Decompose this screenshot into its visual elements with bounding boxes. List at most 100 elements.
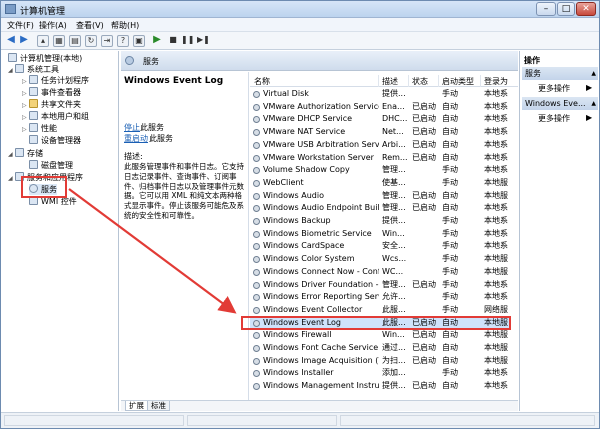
expand-icon[interactable]: ▷ <box>22 112 29 123</box>
service-name-cell: Windows Connect Now - Confi... <box>263 266 379 276</box>
service-row[interactable]: Windows CardSpace 安全... 手动 本地系 <box>250 240 510 253</box>
up-folder-icon[interactable]: ▴ <box>37 35 49 47</box>
service-row[interactable]: WebClient 使基... 手动 本地服 <box>250 177 510 190</box>
tree-root[interactable]: 计算机管理(本地) <box>8 53 82 64</box>
service-row[interactable]: Windows Biometric Service Win... 手动 本地系 <box>250 228 510 241</box>
title-bar: 计算机管理 – □ ✕ <box>1 1 599 18</box>
column-separator[interactable] <box>480 75 481 87</box>
column-status[interactable]: 状态 <box>412 76 428 87</box>
service-logon-cell: 本地系 <box>484 165 508 175</box>
collapse-icon[interactable]: ◢ <box>8 65 15 76</box>
service-row[interactable]: Windows Firewall Win... 已启动 自动 本地服 <box>250 329 510 342</box>
service-logon-cell: 本地系 <box>484 216 508 225</box>
tab-extended[interactable]: 扩展 <box>125 401 148 411</box>
collapse-icon[interactable]: ◢ <box>8 173 15 184</box>
service-row[interactable]: Windows Event Collector 此服... 手动 网络服 <box>250 304 510 317</box>
tree-local-users[interactable]: ▷ 本地用户和组 <box>22 111 89 122</box>
service-row[interactable]: Windows Error Reporting Servi...允许... 手动 本… <box>250 291 510 304</box>
restart-service-link[interactable]: 重启动 <box>124 133 148 144</box>
service-row[interactable]: Windows Image Acquisition (W...为扫... 已启动自… <box>250 355 510 368</box>
tree-shared-folders[interactable]: ▷ 共享文件夹 <box>22 99 81 110</box>
restart-service-icon[interactable]: ▶❚ <box>197 35 210 47</box>
service-row[interactable]: VMware DHCP Service DHC... 已启动 自动 本地系 <box>250 113 510 126</box>
service-desc-cell: 提供... <box>382 381 406 391</box>
start-service-icon[interactable]: ▶ <box>151 35 163 47</box>
tab-standard[interactable]: 标准 <box>147 401 170 411</box>
actions-group-selected-service[interactable]: Windows Eve... ▲ <box>522 97 598 110</box>
service-row[interactable]: Windows Installer 添加... 手动 本地系 <box>250 367 510 380</box>
gear-icon <box>253 294 260 302</box>
service-row[interactable]: Windows Backup 提供... 手动 本地系 <box>250 215 510 228</box>
service-row[interactable]: VMware Authorization Service Ena... 已启动 自动 本… <box>250 101 510 114</box>
gear-icon <box>253 167 260 175</box>
collapse-triangle-icon[interactable]: ▲ <box>591 97 596 110</box>
properties-icon[interactable]: ▤ <box>69 35 81 47</box>
export-icon[interactable]: ⇥ <box>101 35 113 47</box>
pause-service-icon[interactable]: ❚❚ <box>181 35 194 47</box>
tree-event-viewer[interactable]: ▷ 事件查看器 <box>22 87 81 98</box>
service-row[interactable]: Windows Management Instrum...提供... 已启动自动 本… <box>250 380 510 393</box>
service-logon-cell: 本地系 <box>484 127 508 137</box>
service-name-cell: Windows Audio Endpoint Builder <box>263 203 379 213</box>
service-startup-cell: 手动 <box>442 89 458 98</box>
service-row[interactable]: Windows Font Cache Service 通过... 已启动 自动 本地服 <box>250 342 510 355</box>
column-startup-type[interactable]: 启动类型 <box>442 76 474 87</box>
actions-group-services[interactable]: 服务 ▲ <box>522 67 598 80</box>
service-row[interactable]: Windows Audio 管理... 已启动 自动 本地服 <box>250 190 510 203</box>
service-status-cell: 已启动 <box>412 101 436 111</box>
help-icon[interactable]: ? <box>117 35 129 47</box>
column-separator[interactable] <box>438 75 439 87</box>
forward-arrow-icon[interactable]: ▶ <box>18 35 30 47</box>
expand-icon[interactable]: ▷ <box>22 76 29 87</box>
service-row[interactable]: VMware Workstation Server Rem... 已启动 自动 本地系 <box>250 152 510 165</box>
menu-file[interactable]: 文件(F) <box>7 20 34 31</box>
service-row[interactable]: Virtual Disk 提供... 手动 本地系 <box>250 88 510 101</box>
console-icon[interactable]: ▣ <box>133 35 145 47</box>
gear-icon <box>253 230 260 238</box>
show-tree-icon[interactable]: ▦ <box>53 35 65 47</box>
service-row[interactable]: Windows Connect Now - Confi... WC... 手动 本地服 <box>250 266 510 279</box>
service-row[interactable]: Windows Color System Wcs... 手动 本地服 <box>250 253 510 266</box>
expand-icon[interactable]: ▷ <box>22 124 29 135</box>
tree-performance[interactable]: ▷ 性能 <box>22 123 57 134</box>
back-arrow-icon[interactable]: ◀ <box>5 35 17 47</box>
tree-task-scheduler[interactable]: ▷ 任务计划程序 <box>22 75 89 86</box>
service-row[interactable]: Volume Shadow Copy 管理... 手动 本地系 <box>250 164 510 177</box>
column-log-on-as[interactable]: 登录为 <box>484 76 508 87</box>
service-status-cell: 已启动 <box>412 355 436 365</box>
service-row[interactable]: VMware NAT Service Net... 已启动 自动 本地系 <box>250 126 510 139</box>
column-separator[interactable] <box>408 75 409 87</box>
column-name[interactable]: 名称 <box>254 76 270 87</box>
close-button[interactable]: ✕ <box>576 2 596 16</box>
menu-help[interactable]: 帮助(H) <box>111 20 139 31</box>
expand-icon[interactable]: ▷ <box>22 100 29 111</box>
maximize-button[interactable]: □ <box>557 2 575 16</box>
stop-service-icon[interactable]: ■ <box>167 35 179 47</box>
stop-service-link[interactable]: 停止 <box>124 122 140 133</box>
service-row[interactable]: VMware USB Arbitration Service Arbi... 已启动… <box>250 139 510 152</box>
service-row[interactable]: Windows Driver Foundation - U...管理... 已启动… <box>250 279 510 292</box>
column-separator[interactable] <box>378 75 379 87</box>
menu-view[interactable]: 查看(V) <box>76 20 104 31</box>
service-startup-cell: 自动 <box>442 381 458 391</box>
tree-device-manager[interactable]: 设备管理器 <box>29 135 81 146</box>
collapse-triangle-icon[interactable]: ▲ <box>591 67 596 80</box>
collapse-icon[interactable]: ◢ <box>8 149 15 160</box>
menu-action[interactable]: 操作(A) <box>39 20 67 31</box>
service-logon-cell: 本地服 <box>484 343 508 352</box>
more-actions-selected[interactable]: 更多操作 <box>538 113 570 124</box>
more-actions-services[interactable]: 更多操作 <box>538 83 570 94</box>
tree-system-tools[interactable]: ◢ 系统工具 <box>8 64 59 75</box>
expand-icon[interactable]: ▷ <box>22 88 29 99</box>
refresh-icon[interactable]: ↻ <box>85 35 97 47</box>
tree-storage[interactable]: ◢ 存储 <box>8 148 43 159</box>
minimize-button[interactable]: – <box>536 2 556 16</box>
gear-icon <box>253 103 260 111</box>
computer-management-window: 计算机管理 – □ ✕ 文件(F) 操作(A) 查看(V) 帮助(H) ◀ ▶ … <box>0 0 600 429</box>
service-startup-cell: 手动 <box>442 177 458 187</box>
navigation-tree: 计算机管理(本地) ◢ 系统工具 ▷ 任务计划程序 ▷ 事件查看器 ▷ 共享文件夹 ▷ 本… <box>4 51 119 411</box>
service-startup-cell: 自动 <box>442 101 458 111</box>
service-row[interactable]: Windows Audio Endpoint Builder管理... 已启动自动… <box>250 202 510 215</box>
tree-disk-management[interactable]: 磁盘管理 <box>29 160 73 171</box>
column-description[interactable]: 描述 <box>382 76 398 87</box>
